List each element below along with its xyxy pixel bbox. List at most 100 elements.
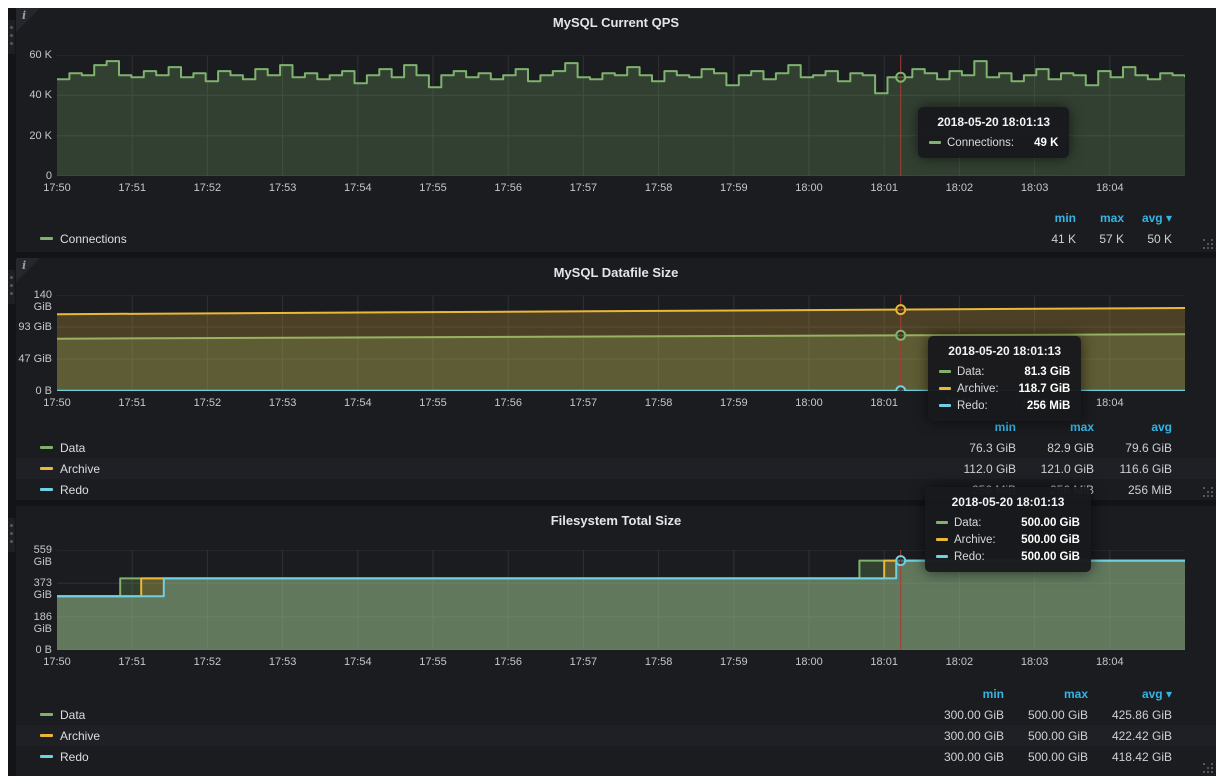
series-color-dash [40,488,53,491]
grip-dots-icon [10,26,13,29]
legend-series-toggle-Redo[interactable]: Redo [40,750,920,764]
legend-stat-value: 256 MiB [1094,483,1172,497]
x-axis-label: 17:53 [261,397,305,409]
row-drag-handle[interactable] [8,518,15,552]
legend-header-row: minmaxavg ▾ [16,207,1216,228]
tooltip-series-label: Archive: [957,383,999,395]
x-axis-label: 17:59 [712,397,756,409]
series-fill-Redo [57,561,1185,650]
legend-header-avg[interactable]: avg ▾ [1124,211,1172,225]
legend-header-avg[interactable]: avg ▾ [1088,687,1172,701]
legend-series-name: Redo [60,483,89,497]
x-axis-label: 17:52 [185,656,229,668]
legend-header-max[interactable]: max [1004,687,1088,701]
y-axis-label: 47 GiB [16,353,52,365]
x-axis-label: 17:55 [411,182,455,194]
y-axis-label: 0 [16,170,52,182]
x-axis-label: 17:52 [185,182,229,194]
tooltip-series-value: 118.7 GiB [1005,383,1071,395]
legend-series-toggle-Redo[interactable]: Redo [40,483,938,497]
x-axis-label: 17:53 [261,656,305,668]
hover-point-marker [896,331,905,340]
y-axis-label: 60 K [16,49,52,61]
x-axis-label: 17:50 [35,656,79,668]
x-axis-label: 17:56 [486,397,530,409]
panel-legend: minmaxavg ▾Data300.00 GiB500.00 GiB425.8… [16,683,1216,767]
panel-title[interactable]: MySQL Current QPS [16,15,1216,30]
series-color-dash [936,555,948,558]
tooltip-series-label: Data: [957,366,985,378]
legend-header-min[interactable]: min [1028,211,1076,225]
tooltip-series-value: 256 MiB [1013,400,1070,412]
legend-series-toggle-Connections[interactable]: Connections [40,232,1028,246]
legend-stat-value: 500.00 GiB [1004,708,1088,722]
x-axis-label: 18:04 [1088,397,1132,409]
legend-header-max[interactable]: max [1016,420,1094,434]
x-axis-label: 17:54 [336,397,380,409]
y-axis-label: 559 GiB [16,544,52,568]
series-color-dash [929,141,941,144]
legend-series-name: Redo [60,750,89,764]
legend-header-min[interactable]: min [938,420,1016,434]
legend-row-Data: Data76.3 GiB82.9 GiB79.6 GiB [16,437,1216,458]
x-axis-label: 18:01 [862,656,906,668]
legend-stat-value: 82.9 GiB [1016,441,1094,455]
row-drag-handle[interactable] [8,270,15,304]
legend-series-name: Connections [60,232,127,246]
series-color-dash [939,387,951,390]
series-color-dash [939,404,951,407]
legend-series-toggle-Data[interactable]: Data [40,708,920,722]
x-axis-label: 17:57 [561,182,605,194]
series-color-dash [40,467,53,470]
legend-header-row: minmaxavg ▾ [16,683,1216,704]
x-axis-label: 17:56 [486,182,530,194]
x-axis-label: 17:52 [185,397,229,409]
panel-title[interactable]: MySQL Datafile Size [16,265,1216,280]
y-axis-label: 0 B [16,385,52,397]
legend-stat-value: 57 K [1076,232,1124,246]
tooltip-series-row: Connections: 49 K [929,134,1058,151]
x-axis-label: 17:54 [336,656,380,668]
legend-row-Data: Data300.00 GiB500.00 GiB425.86 GiB [16,704,1216,725]
tooltip-series-value: 500.00 GiB [1007,517,1080,529]
hover-point-marker [896,386,905,391]
tooltip-series-value: 81.3 GiB [1010,366,1070,378]
legend-stat-value: 79.6 GiB [1094,441,1172,455]
row-drag-handle[interactable] [8,20,15,54]
legend-row-Archive: Archive300.00 GiB500.00 GiB422.42 GiB [16,725,1216,746]
legend-series-toggle-Data[interactable]: Data [40,441,938,455]
x-axis-label: 18:04 [1088,656,1132,668]
chart-tooltip-datafile: 2018-05-20 18:01:13 Data: 81.3 GiB Archi… [928,336,1081,421]
legend-stat-value: 500.00 GiB [1004,729,1088,743]
series-color-dash [40,237,53,240]
tooltip-series-value: 500.00 GiB [1007,551,1080,563]
series-color-dash [939,370,951,373]
hover-point-marker [896,305,905,314]
legend-series-toggle-Archive[interactable]: Archive [40,462,938,476]
x-axis-label: 18:04 [1088,182,1132,194]
legend-header-avg[interactable]: avg [1094,420,1172,434]
x-axis-label: 18:00 [787,182,831,194]
legend-series-toggle-Archive[interactable]: Archive [40,729,920,743]
x-axis-label: 17:58 [637,182,681,194]
chart-tooltip-filesystem: 2018-05-20 18:01:13 Data: 500.00 GiB Arc… [925,487,1091,572]
hover-point-marker [896,73,905,82]
x-axis-label: 17:51 [110,656,154,668]
legend-stat-value: 116.6 GiB [1094,462,1172,476]
y-axis-label: 93 GiB [16,321,52,333]
x-axis-label: 18:03 [1013,656,1057,668]
x-axis-label: 17:55 [411,397,455,409]
legend-stat-value: 121.0 GiB [1016,462,1094,476]
x-axis-label: 17:56 [486,656,530,668]
legend-header-max[interactable]: max [1076,211,1124,225]
legend-header-min[interactable]: min [920,687,1004,701]
legend-series-name: Archive [60,462,100,476]
x-axis-label: 17:50 [35,397,79,409]
panel-legend: minmaxavg ▾Connections41 K57 K50 K [16,207,1216,249]
legend-stat-value: 300.00 GiB [920,729,1004,743]
x-axis-label: 17:50 [35,182,79,194]
x-axis-label: 17:57 [561,397,605,409]
y-axis-label: 140 GiB [16,289,52,313]
tooltip-timestamp: 2018-05-20 18:01:13 [936,495,1080,509]
x-axis-label: 18:01 [862,397,906,409]
